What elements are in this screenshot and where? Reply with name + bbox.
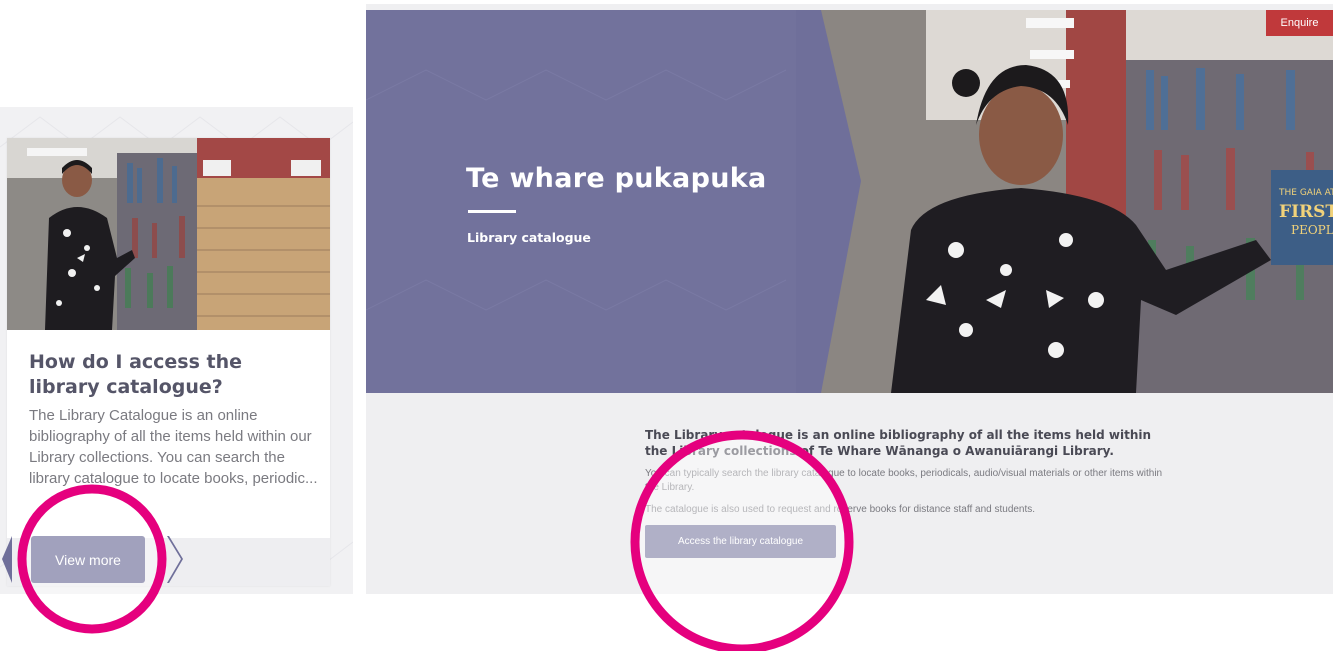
chevron-left-icon: [2, 536, 12, 583]
chevron-right-icon: [167, 536, 183, 583]
view-more-button[interactable]: View more: [31, 536, 145, 583]
card-photo: [7, 138, 330, 330]
access-catalogue-button[interactable]: Access the library catalogue: [645, 525, 836, 558]
hero-title: Te whare pukapuka: [466, 163, 767, 194]
hero-section: THE GAIA ATLAS FIRST PEOPLES Te whare pu…: [366, 4, 1333, 594]
card-description: The Library Catalogue is an online bibli…: [29, 407, 318, 487]
content-paragraph-2: The catalogue is also used to request an…: [645, 504, 1036, 515]
hero-banner: THE GAIA ATLAS FIRST PEOPLES Te whare pu…: [366, 10, 1333, 393]
enquire-button[interactable]: Enquire: [1266, 10, 1333, 36]
hero-subtitle: Library catalogue: [467, 230, 591, 245]
svg-text:THE GAIA ATLAS: THE GAIA ATLAS: [1278, 188, 1333, 198]
hero-photo: THE GAIA ATLAS FIRST PEOPLES: [366, 10, 1333, 393]
title-underline: [468, 210, 516, 213]
svg-text:FIRST: FIRST: [1279, 202, 1333, 222]
svg-text:PEOPLES: PEOPLES: [1291, 223, 1333, 237]
library-card[interactable]: How do I access the library catalogue? T…: [7, 138, 330, 586]
card-title: How do I access the library catalogue?: [29, 351, 243, 398]
content-lead: The Library catalogue is an online bibli…: [645, 428, 1152, 458]
card-panel: How do I access the library catalogue? T…: [0, 107, 353, 594]
content-block: The Library catalogue is an online bibli…: [645, 427, 1165, 517]
content-paragraph-1: You can typically search the library cat…: [645, 468, 1163, 493]
